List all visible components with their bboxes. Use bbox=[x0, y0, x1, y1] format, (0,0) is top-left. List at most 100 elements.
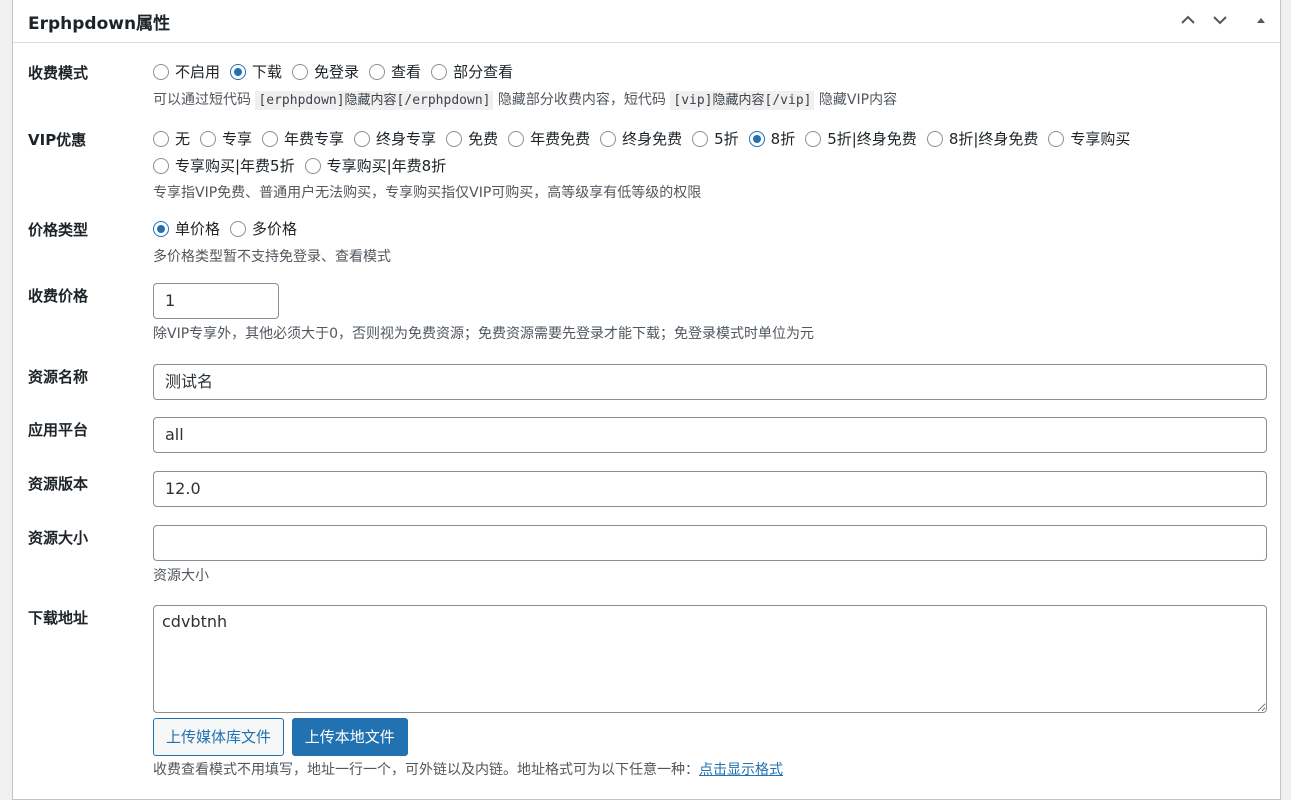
radio-button[interactable] bbox=[600, 131, 617, 147]
metabox-header: Erphpdown属性 bbox=[13, 0, 1280, 43]
charge-mode-option[interactable]: 查看 bbox=[369, 60, 421, 84]
radio-button[interactable] bbox=[304, 158, 321, 174]
radio-button[interactable] bbox=[926, 131, 943, 147]
price-label: 收费价格 bbox=[28, 287, 89, 305]
radio-button[interactable] bbox=[748, 131, 765, 147]
radio-button[interactable] bbox=[354, 131, 371, 147]
vip-option-label: 专享 bbox=[222, 130, 253, 148]
vip-option-label: 无 bbox=[175, 130, 191, 148]
charge-mode-option[interactable]: 部分查看 bbox=[431, 60, 513, 84]
size-label: 资源大小 bbox=[28, 529, 89, 547]
vip-option-label: 免费 bbox=[468, 130, 499, 148]
charge-mode-label: 收费模式 bbox=[28, 64, 89, 82]
upload-local-file-button[interactable]: 上传本地文件 bbox=[291, 718, 408, 756]
price-input[interactable]: 1 bbox=[153, 283, 279, 319]
price-type-option[interactable]: 单价格 bbox=[153, 217, 220, 241]
price-type-description: 多价格类型暂不支持免登录、查看模式 bbox=[153, 249, 391, 265]
charge-mode-option[interactable]: 下载 bbox=[230, 60, 282, 84]
charge-mode-desc-text: 隐藏部分收费内容，短代码 bbox=[497, 92, 666, 108]
charge-mode-option[interactable]: 免登录 bbox=[292, 60, 359, 84]
radio-button[interactable] bbox=[262, 131, 279, 147]
charge-mode-description: 可以通过短代码 [erphpdown]隐藏内容[/erphpdown] 隐藏部分… bbox=[153, 90, 1268, 111]
charge-mode-radio-group: 不启用 下载 免登录 查看 部分查看 bbox=[153, 60, 1268, 87]
vip-option-label: 专享购买|年费8折 bbox=[326, 157, 447, 175]
charge-mode-option[interactable]: 不启用 bbox=[153, 60, 220, 84]
price-type-option[interactable]: 多价格 bbox=[230, 217, 297, 241]
price-description: 除VIP专享外，其他必须大于0，否则视为免费资源；免费资源需要先登录才能下载；免… bbox=[153, 326, 815, 342]
vip-option[interactable]: 专享购买|年费8折 bbox=[304, 154, 447, 178]
vip-option-label: 终身免费 bbox=[622, 130, 683, 148]
radio-button[interactable] bbox=[446, 131, 463, 147]
vip-option[interactable]: 专享购买 bbox=[1048, 127, 1130, 151]
charge-mode-option-label: 部分查看 bbox=[453, 63, 514, 81]
shortcode-erphpdown: [erphpdown]隐藏内容[/erphpdown] bbox=[255, 91, 494, 110]
radio-button[interactable] bbox=[230, 221, 247, 237]
radio-button[interactable] bbox=[431, 64, 448, 80]
vip-option[interactable]: 8折 bbox=[748, 127, 796, 151]
upload-media-library-button[interactable]: 上传媒体库文件 bbox=[153, 718, 285, 756]
price-type-option-label: 多价格 bbox=[252, 220, 298, 238]
vip-option[interactable]: 终身免费 bbox=[600, 127, 682, 151]
vip-option[interactable]: 专享购买|年费5折 bbox=[153, 154, 295, 178]
vip-option[interactable]: 年费专享 bbox=[262, 127, 344, 151]
vip-option-label: 专享购买 bbox=[1070, 130, 1131, 148]
vip-option[interactable]: 无 bbox=[153, 127, 190, 151]
radio-button[interactable] bbox=[369, 64, 386, 80]
price-type-radio-group: 单价格 多价格 bbox=[153, 217, 1268, 244]
radio-button[interactable] bbox=[153, 64, 169, 80]
charge-mode-desc-text: 隐藏VIP内容 bbox=[818, 92, 898, 108]
charge-mode-option-label: 不启用 bbox=[175, 63, 221, 81]
version-label: 资源版本 bbox=[28, 475, 89, 493]
radio-button[interactable] bbox=[200, 131, 217, 147]
show-format-link[interactable]: 点击显示格式 bbox=[699, 762, 783, 778]
vip-option-label: 5折 bbox=[714, 130, 739, 148]
price-type-option-label: 单价格 bbox=[175, 220, 221, 238]
vip-option[interactable]: 免费 bbox=[446, 127, 498, 151]
vip-description: 专享指VIP免费、普通用户无法购买，专享购买指仅VIP可购买，高等级享有低等级的… bbox=[153, 185, 702, 201]
radio-button[interactable] bbox=[153, 221, 169, 237]
upload-buttons: 上传媒体库文件 上传本地文件 bbox=[153, 718, 1268, 756]
radio-button[interactable] bbox=[230, 64, 247, 80]
size-input[interactable] bbox=[153, 525, 1267, 561]
download-url-label: 下载地址 bbox=[28, 609, 89, 627]
radio-button[interactable] bbox=[805, 131, 822, 147]
erphpdown-metabox: Erphpdown属性 收费模式 不启用 下载 免登录 查看 部分查看 可以通过短代码 … bbox=[12, 0, 1281, 800]
radio-button[interactable] bbox=[692, 131, 709, 147]
vip-option[interactable]: 终身专享 bbox=[354, 127, 436, 151]
vip-option[interactable]: 专享 bbox=[200, 127, 252, 151]
resource-name-label: 资源名称 bbox=[28, 368, 89, 386]
shortcode-vip: [vip]隐藏内容[/vip] bbox=[670, 91, 815, 110]
version-input[interactable]: 12.0 bbox=[153, 471, 1267, 507]
platform-input[interactable]: all bbox=[153, 417, 1267, 453]
platform-label: 应用平台 bbox=[28, 421, 89, 439]
charge-mode-option-label: 免登录 bbox=[314, 63, 360, 81]
price-type-label: 价格类型 bbox=[28, 221, 89, 239]
vip-option-label: 8折 bbox=[770, 130, 796, 148]
radio-button[interactable] bbox=[1048, 131, 1065, 147]
radio-button[interactable] bbox=[153, 131, 169, 147]
vip-option-label: 终身专享 bbox=[376, 130, 437, 148]
vip-option[interactable]: 年费免费 bbox=[508, 127, 590, 151]
download-desc-text: 收费查看模式不用填写，地址一行一个，可外链以及内链。地址格式可为以下任意一种： bbox=[153, 762, 699, 778]
radio-button[interactable] bbox=[153, 158, 169, 174]
download-url-textarea[interactable]: cdvbtnh bbox=[153, 605, 1267, 713]
vip-option[interactable]: 5折|终身免费 bbox=[805, 127, 917, 151]
download-description: 收费查看模式不用填写，地址一行一个，可外链以及内链。地址格式可为以下任意一种：点… bbox=[153, 760, 1268, 780]
charge-mode-desc-text: 可以通过短代码 bbox=[153, 92, 251, 108]
size-description: 资源大小 bbox=[153, 568, 209, 584]
charge-mode-option-label: 查看 bbox=[391, 63, 422, 81]
vip-option-label: 年费专享 bbox=[284, 130, 345, 148]
vip-discount-label: VIP优惠 bbox=[28, 131, 87, 149]
charge-mode-option-label: 下载 bbox=[252, 63, 283, 81]
vip-option-label: 5折|终身免费 bbox=[827, 130, 917, 148]
resource-name-input[interactable]: 测试名 bbox=[153, 364, 1267, 400]
radio-button[interactable] bbox=[292, 64, 309, 80]
vip-discount-radio-group: 无专享 年费专享 终身专享 免费 年费免费 终身免费 5折 8折 5折|终身免费 8折|终身免费专… bbox=[153, 127, 1268, 181]
chevron-down-icon[interactable] bbox=[1208, 8, 1232, 32]
chevron-up-icon[interactable] bbox=[1176, 8, 1200, 32]
radio-button[interactable] bbox=[508, 131, 525, 147]
vip-option[interactable]: 5折 bbox=[692, 127, 739, 151]
vip-option[interactable]: 8折|终身免费 bbox=[926, 127, 1039, 151]
triangle-up-icon[interactable] bbox=[1249, 8, 1273, 32]
vip-option-label: 8折|终身免费 bbox=[948, 130, 1039, 148]
